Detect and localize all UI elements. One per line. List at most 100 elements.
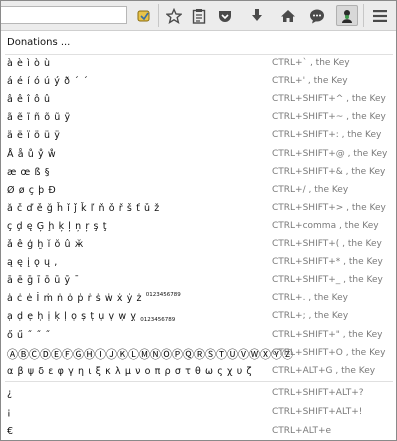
menu-item-donations[interactable]: Donations ... xyxy=(7,37,70,48)
menu-item[interactable]: ạ ḍ ẹ ḥ ị ḳ ḷ ọ ṣ ṭ ụ ṿ ẉ ỵ 0123456789 CT… xyxy=(1,308,396,326)
menu-item[interactable]: Ø ø ç þ Đ CTRL+/ , the Key xyxy=(1,182,396,200)
menu-item-characters: ǎ ê ģ ḫ ĭ ŏ û ӂ xyxy=(7,239,84,250)
menu-item-characters: ạ ḍ ẹ ḥ ị ḳ ḷ ọ ṣ ṭ ụ ṿ ẉ ỵ 0123456789 xyxy=(7,311,176,324)
menu-item-shortcut: CTRL+SHIFT+~ , the Key xyxy=(272,112,386,123)
menu-item[interactable]: ¿ CTRL+SHIFT+ALT+? xyxy=(1,385,396,403)
browser-window: Donations ... à è ì ò ù CTRL+` , the Key á… xyxy=(0,0,397,441)
character-list: Ø ø ç þ Đ xyxy=(7,184,57,196)
menu-item-shortcut: CTRL+comma , the Key xyxy=(272,220,379,231)
character-list: ã ẽ ĩ ñ õ ũ ỹ xyxy=(7,112,71,124)
menu-item[interactable]: ǎ ê ģ ḫ ĭ ŏ û ӂ CTRL+SHIFT+( , the Key xyxy=(1,236,396,254)
menu-item[interactable]: ő ű ˝ ˝ ˝ CTRL+SHIFT+" , the Key xyxy=(1,327,396,345)
menu-item-characters: ¡ xyxy=(7,407,11,418)
chat-icon[interactable] xyxy=(306,5,328,26)
character-list: ǎ ê ģ ḫ ĭ ŏ û ӂ xyxy=(7,239,84,250)
menu-item-characters: Ø ø ç þ Đ xyxy=(7,185,56,196)
menu-item-characters: ç ḑ ę Ģ ḩ ķ ļ ņ ŗ ş ţ xyxy=(7,221,107,232)
menu-item-characters: â ê î ô û xyxy=(7,94,51,105)
menu-item-shortcut: CTRL+` , the Key xyxy=(272,58,350,68)
search-input[interactable] xyxy=(1,6,127,24)
character-list: ā ē ḡ ī ō ū ȳ ¯ xyxy=(7,275,80,287)
character-list: ă č ď ě ğ ȟ ǐ ǰ ǩ ľ ň ǒ ř š ť ǔ ž xyxy=(7,202,160,214)
menu-item-characters: ã ẽ ĩ ñ õ ũ ỹ xyxy=(7,112,71,123)
menu-item[interactable]: ¡ CTRL+SHIFT+ALT+! xyxy=(1,404,396,422)
addon-icon[interactable] xyxy=(133,5,155,26)
menu-item-shortcut: CTRL+SHIFT+_ , the Key xyxy=(272,275,383,286)
character-list: ą ę į ǫ ų , xyxy=(7,257,58,269)
menu-item-characters: ⒶⒷⒸⒹⒺⒻⒼⒽⒾⒿⓀⓁⓂⓃⓄⓅⓆⓇⓈⓉⓊⓋⓌⓍⓎⓏ xyxy=(7,346,293,362)
menu-item[interactable]: ā ē ḡ ī ō ū ȳ ¯ CTRL+SHIFT+_ , the Key xyxy=(1,272,396,290)
menu-item-shortcut: CTRL+SHIFT+( , the Key xyxy=(272,239,382,249)
menu-item-shortcut: CTRL+; , the Key xyxy=(272,311,349,322)
menu-item[interactable]: ã ẽ ĩ ñ õ ũ ỹ CTRL+SHIFT+~ , the Key xyxy=(1,109,396,127)
menu-item-characters: ă č ď ě ğ ȟ ǐ ǰ ǩ ľ ň ǒ ř š ť ǔ ž xyxy=(7,203,160,214)
menu-item-characters: ā ē ḡ ī ō ū ȳ ¯ xyxy=(7,275,80,286)
menu-item-shortcut: CTRL+SHIFT+" , the Key xyxy=(272,329,383,340)
toolbar-separator xyxy=(363,4,364,27)
menu-item-characters: ¿ xyxy=(7,388,13,399)
menu-item-shortcut: CTRL+SHIFT+@ , the Key xyxy=(272,148,388,159)
menu-item[interactable]: æ œ ß § CTRL+SHIFT+& , the Key xyxy=(1,164,396,182)
menu-item[interactable]: € CTRL+ALT+e xyxy=(1,423,396,440)
menu-item-shortcut: CTRL+SHIFT+: , the Key xyxy=(272,130,382,141)
menu-item-shortcut: CTRL+ALT+e xyxy=(272,426,332,436)
character-list: ạ ḍ ẹ ḥ ị ḳ ḷ ọ ṣ ṭ ụ ṿ ẉ ỵ xyxy=(7,311,137,323)
character-list: æ œ ß § xyxy=(7,166,51,178)
superscript-digits: 0123456789 xyxy=(145,292,181,299)
character-list: ä ë ï ö ü ÿ xyxy=(7,130,61,142)
menu-item[interactable]: ä ë ï ö ü ÿ CTRL+SHIFT+: , the Key xyxy=(1,127,396,145)
character-list: ¡ xyxy=(7,407,12,418)
character-list: ç ḑ ę Ģ ḩ ķ ļ ņ ŗ ş ţ xyxy=(7,220,108,232)
menu-item-shortcut: CTRL+ALT+G , the Key xyxy=(272,365,376,376)
home-icon[interactable] xyxy=(277,5,299,26)
menu-item-shortcut: CTRL+/ , the Key xyxy=(272,184,349,195)
character-list: Å å ů ẙ ẘ xyxy=(7,148,57,160)
menu-item[interactable]: â ê î ô û CTRL+SHIFT+^ , the Key xyxy=(1,91,396,109)
star-icon[interactable] xyxy=(163,5,185,26)
character-list: à è ì ò ù xyxy=(7,58,51,69)
menu-item[interactable]: à è ì ò ù CTRL+` , the Key xyxy=(1,55,396,73)
menu-item-characters: æ œ ß § xyxy=(7,167,50,178)
menu-divider xyxy=(5,381,393,382)
menu-item-characters: ő ű ˝ ˝ ˝ xyxy=(7,330,51,341)
character-list: á é í ó ú ý ð ´ ˊ xyxy=(7,76,89,88)
menu-item-shortcut: CTRL+SHIFT+O , the Key xyxy=(272,347,386,358)
subscript-digits: 0123456789 xyxy=(140,317,176,324)
menu-item[interactable]: ȧ ċ ė İ ṁ ṅ ȯ ṗ ṙ ṡ ẇ ẋ ẏ ż 0123456789 CT… xyxy=(1,290,396,308)
menu-item-shortcut: CTRL+' , the Key xyxy=(272,76,348,87)
menu-item-shortcut: CTRL+. , the Key xyxy=(272,293,348,304)
character-list: â ê î ô û xyxy=(7,94,51,106)
menu-item[interactable]: á é í ó ú ý ð ´ ˊ CTRL+' , the Key xyxy=(1,73,396,91)
character-list: ȧ ċ ė İ ṁ ṅ ȯ ṗ ṙ ṡ ẇ ẋ ẏ ż xyxy=(7,293,143,305)
menu-item-shortcut: CTRL+SHIFT+& , the Key xyxy=(272,166,386,177)
menu-item[interactable]: ç ḑ ę Ģ ḩ ķ ļ ņ ŗ ş ţ CTRL+comma , the Ke… xyxy=(1,218,396,236)
toolbar xyxy=(1,1,396,31)
pocket-icon[interactable] xyxy=(214,5,236,26)
download-icon[interactable] xyxy=(246,5,268,26)
character-list: € xyxy=(7,426,14,437)
menu-item[interactable]: Å å ů ẙ ẘ CTRL+SHIFT+@ , the Key xyxy=(1,146,396,164)
menu-icon[interactable] xyxy=(369,5,391,26)
menu-item-shortcut: CTRL+SHIFT+^ , the Key xyxy=(272,94,386,105)
toolbar-separator xyxy=(158,4,159,27)
menu-item-characters: ä ë ï ö ü ÿ xyxy=(7,130,60,141)
character-list: ő ű ˝ ˝ ˝ xyxy=(7,329,51,341)
menu-item-shortcut: CTRL+SHIFT+* , the Key xyxy=(272,257,383,268)
extension-icon[interactable] xyxy=(336,5,358,26)
menu-item[interactable]: ⒶⒷⒸⒹⒺⒻⒼⒽⒾⒿⓀⓁⓂⓃⓄⓅⓆⓇⓈⓉⓊⓋⓌⓍⓎⓏ CTRL+SHIFT+O ,… xyxy=(1,345,396,363)
menu-item[interactable]: α β ψ δ ε φ γ η ι ξ κ λ μ ν ο π ρ σ τ θ … xyxy=(1,363,396,381)
character-list: ⒶⒷⒸⒹⒺⒻⒼⒽⒾⒿⓀⓁⓂⓃⓄⓅⓆⓇⓈⓉⓊⓋⓌⓍⓎⓏ xyxy=(7,347,293,361)
clipboard-icon[interactable] xyxy=(188,5,210,26)
menu-item-characters: ą ę į ǫ ų , xyxy=(7,257,58,268)
menu-item[interactable]: ą ę į ǫ ų , CTRL+SHIFT+* , the Key xyxy=(1,254,396,272)
menu-item-characters: ȧ ċ ė İ ṁ ṅ ȯ ṗ ṙ ṡ ẇ ẋ ẏ ż 0123456789 xyxy=(7,292,181,305)
menu-item-characters: € xyxy=(7,426,14,437)
menu-item-shortcut: CTRL+SHIFT+> , the Key xyxy=(272,202,386,213)
menu-item-shortcut: CTRL+SHIFT+ALT+! xyxy=(272,407,363,417)
menu-item-characters: á é í ó ú ý ð ´ ˊ xyxy=(7,76,88,87)
menu-item-characters: à è ì ò ù xyxy=(7,58,51,69)
menu-item-characters: α β ψ δ ε φ γ η ι ξ κ λ μ ν ο π ρ σ τ θ … xyxy=(7,366,252,377)
character-list: ¿ xyxy=(7,388,13,399)
menu-item[interactable]: ă č ď ě ğ ȟ ǐ ǰ ǩ ľ ň ǒ ř š ť ǔ ž CTRL+SH… xyxy=(1,200,396,218)
menu-item-shortcut: CTRL+SHIFT+ALT+? xyxy=(272,388,364,398)
